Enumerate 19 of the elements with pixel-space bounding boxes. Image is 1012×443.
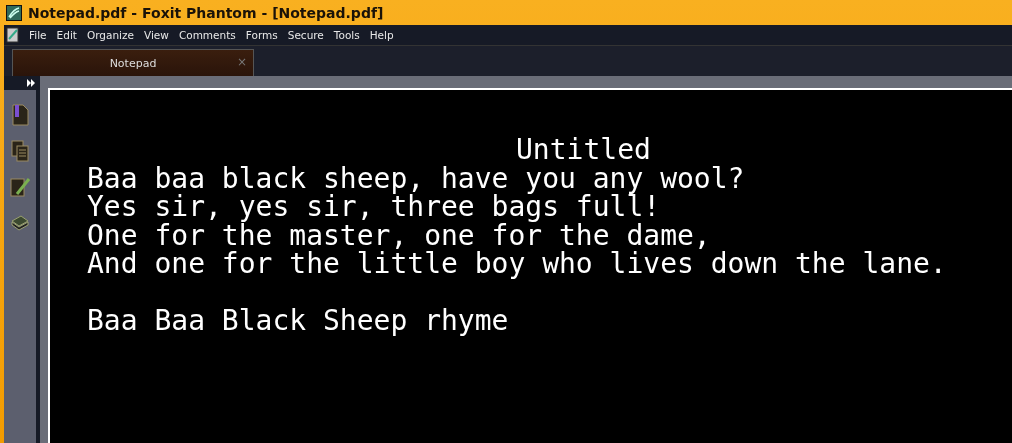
menu-item[interactable]: Organize xyxy=(81,29,139,41)
pages-icon[interactable] xyxy=(10,140,30,162)
menu-item[interactable]: View xyxy=(138,29,174,41)
app-icon xyxy=(6,4,22,21)
caption-text: Baa Baa Black Sheep rhyme xyxy=(87,304,509,337)
menu-item[interactable]: Help xyxy=(364,29,399,41)
menu-item[interactable]: File xyxy=(24,29,52,41)
window-title: Notepad.pdf - Foxit Phantom - [Notepad.pdf] xyxy=(28,4,384,21)
menu-item[interactable]: Forms xyxy=(240,29,283,41)
menu-item[interactable]: Comments xyxy=(173,29,241,41)
menu-item[interactable]: Secure xyxy=(282,29,329,41)
edit-icon[interactable] xyxy=(9,176,31,198)
bookmark-icon[interactable] xyxy=(10,104,30,126)
menu-item[interactable]: Edit xyxy=(51,29,82,41)
expand-icon[interactable] xyxy=(27,79,36,87)
document-icon[interactable] xyxy=(6,27,20,43)
menu-item[interactable]: Tools xyxy=(328,29,365,41)
document-tab[interactable]: Notepad × xyxy=(12,49,254,76)
close-icon[interactable]: × xyxy=(236,55,247,69)
